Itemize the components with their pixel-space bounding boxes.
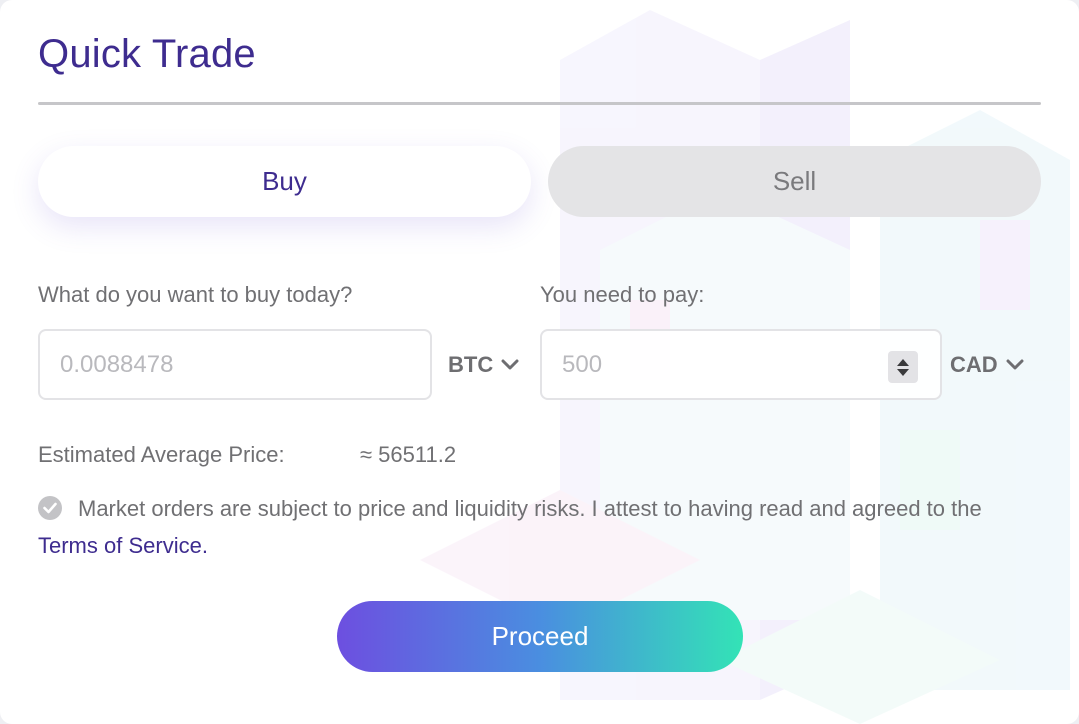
number-stepper-icon[interactable] <box>888 351 918 383</box>
buy-currency-label: BTC <box>448 352 494 377</box>
check-circle-icon[interactable] <box>38 496 62 520</box>
stepper-down-icon[interactable] <box>897 368 909 376</box>
estimated-price-value: ≈ 56511.2 <box>360 442 457 467</box>
pay-amount-placeholder: 500 <box>562 350 603 378</box>
buy-amount-label: What do you want to buy today? <box>38 282 353 307</box>
buy-amount-placeholder: 0.0088478 <box>60 350 174 378</box>
buy-amount-input[interactable]: 0.0088478 <box>38 329 432 400</box>
terms-text: Market orders are subject to price and l… <box>78 496 982 521</box>
estimated-price-label: Estimated Average Price: <box>38 442 285 467</box>
page-title: Quick Trade <box>38 32 256 76</box>
pay-currency-select[interactable]: CAD <box>950 350 1024 380</box>
quick-trade-card: Quick Trade Buy Sell What do you want to… <box>0 0 1079 724</box>
terms-agreement: Market orders are subject to price and l… <box>38 490 1028 564</box>
pay-amount-label: You need to pay: <box>540 282 705 307</box>
buy-currency-select[interactable]: BTC <box>448 350 519 380</box>
pay-amount-input[interactable]: 500 <box>540 329 942 400</box>
title-divider <box>38 102 1041 105</box>
chevron-down-icon <box>1006 359 1024 370</box>
proceed-button[interactable]: Proceed <box>337 601 743 672</box>
stepper-up-icon[interactable] <box>897 358 909 366</box>
pay-currency-label: CAD <box>950 352 998 377</box>
terms-of-service-link[interactable]: Terms of Service. <box>38 533 208 558</box>
tab-sell[interactable]: Sell <box>548 146 1041 217</box>
tab-buy[interactable]: Buy <box>38 146 531 217</box>
chevron-down-icon <box>501 359 519 370</box>
